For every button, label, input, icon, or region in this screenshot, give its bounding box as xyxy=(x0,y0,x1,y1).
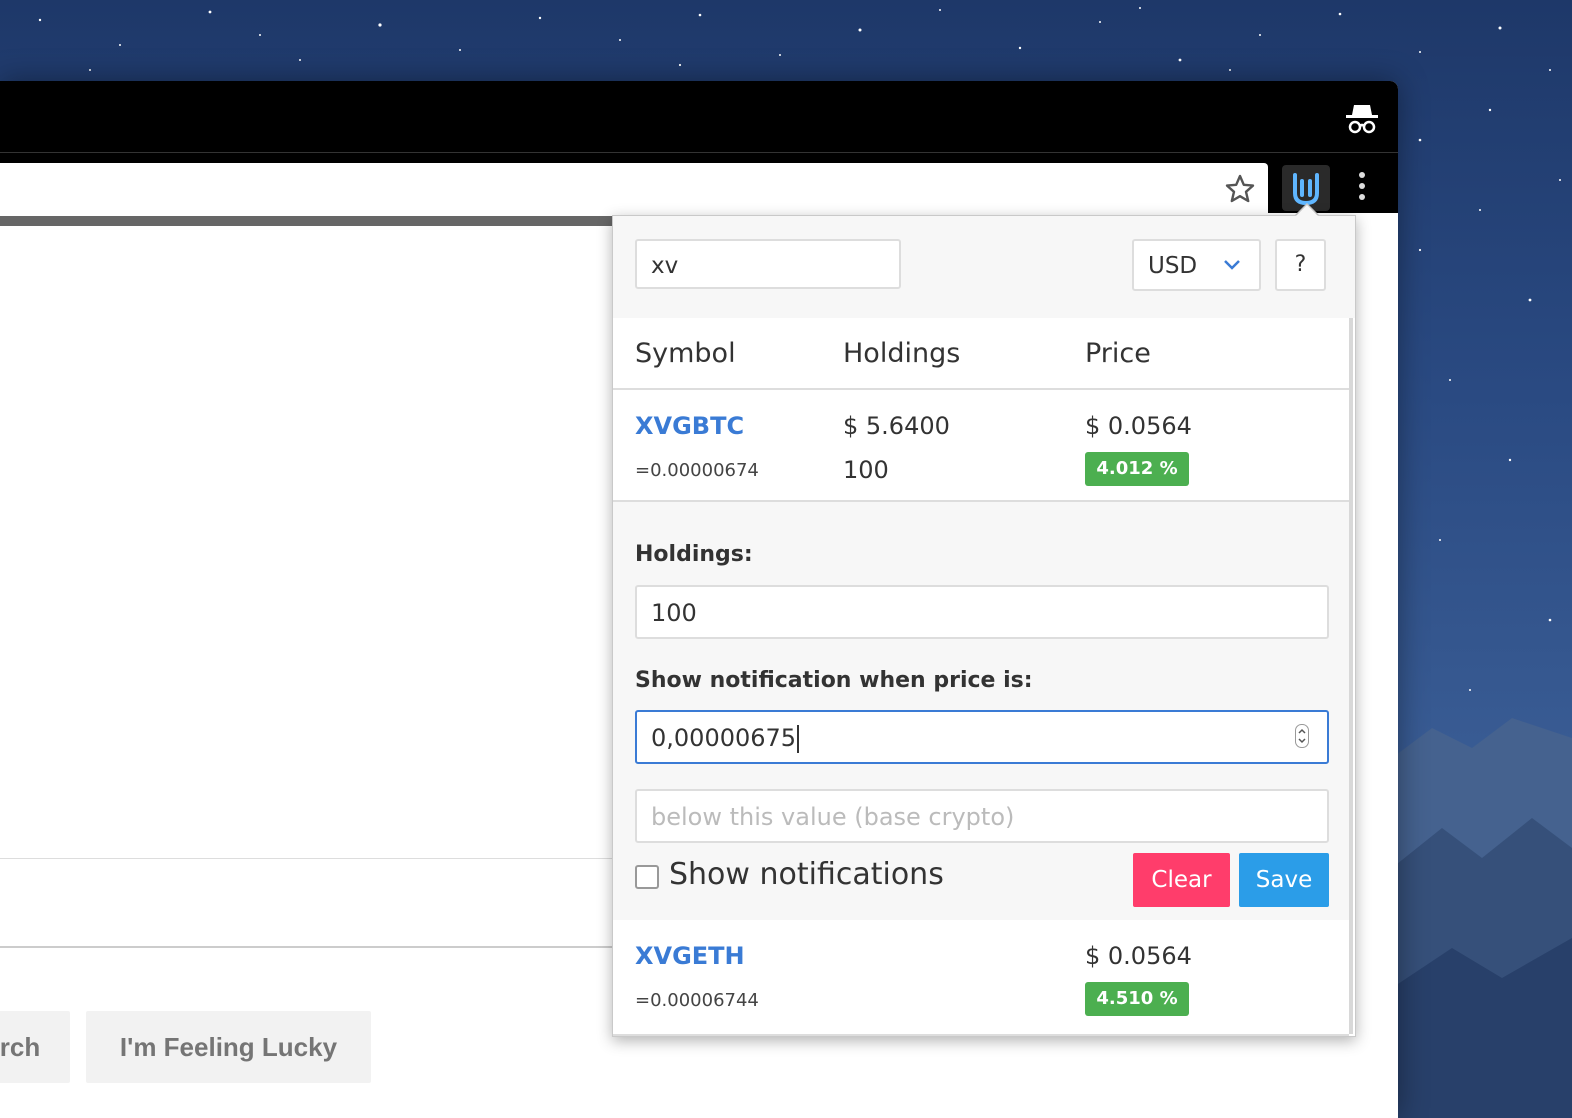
header-price: Price xyxy=(1085,338,1151,369)
table-row[interactable]: XVGETH =0.00006744 $ 0.0564 4.510 % xyxy=(613,920,1349,1036)
currency-selected: USD xyxy=(1148,253,1198,279)
menu-dots-icon[interactable] xyxy=(1350,167,1374,209)
below-price-input[interactable]: below this value (base crypto) xyxy=(635,789,1329,843)
holdings-label: Holdings: xyxy=(635,542,753,567)
title-bar xyxy=(0,81,1398,153)
row-symbol[interactable]: XVGETH xyxy=(635,942,745,970)
table-row[interactable]: XVGBTC =0.00000674 $ 5.6400 100 $ 0.0564… xyxy=(613,390,1349,502)
change-badge: 4.012 % xyxy=(1085,452,1189,486)
popup-header: xv USD ? xyxy=(613,216,1355,318)
search-box-border xyxy=(0,858,620,859)
row-price: $ 0.0564 xyxy=(1085,942,1192,970)
chevron-down-icon xyxy=(1224,260,1240,270)
table-header: Symbol Holdings Price xyxy=(613,318,1349,390)
popup-arrow-fill xyxy=(1296,205,1318,216)
above-price-value: 0,00000675 xyxy=(651,724,797,752)
text-caret xyxy=(797,725,800,753)
currency-select[interactable]: USD xyxy=(1132,239,1261,291)
crypto-popup: xv USD ? Symbol Holdings Price XVGBTC =0… xyxy=(612,215,1356,1037)
row-holdings-amount: 100 xyxy=(843,456,889,484)
desktop-mountains xyxy=(1392,718,1572,1118)
clear-button[interactable]: Clear xyxy=(1133,853,1230,907)
row-price: $ 0.0564 xyxy=(1085,412,1192,440)
notify-label: Show notification when price is: xyxy=(635,668,1033,693)
show-notifications-checkbox[interactable] xyxy=(635,865,659,889)
browser-toolbar xyxy=(0,153,1398,215)
holding-editor: Holdings: 100 Show notification when pri… xyxy=(613,502,1349,920)
holdings-input[interactable]: 100 xyxy=(635,585,1329,639)
show-notifications-label[interactable]: Show notifications xyxy=(669,857,944,892)
header-holdings: Holdings xyxy=(843,338,961,369)
row-holdings-value: $ 5.6400 xyxy=(843,412,950,440)
search-box-shadow xyxy=(0,946,620,948)
row-rate: =0.00006744 xyxy=(635,990,759,1011)
page-load-bar xyxy=(0,216,620,226)
change-badge: 4.510 % xyxy=(1085,982,1189,1016)
spinner-icon[interactable] xyxy=(1295,724,1309,748)
google-search-button[interactable]: rch xyxy=(0,1011,70,1083)
address-bar[interactable] xyxy=(0,163,1268,215)
extension-crypto-icon xyxy=(1293,173,1319,206)
feeling-lucky-button[interactable]: I'm Feeling Lucky xyxy=(86,1011,371,1083)
row-symbol[interactable]: XVGBTC xyxy=(635,412,744,440)
above-price-input[interactable]: 0,00000675 xyxy=(635,710,1329,764)
incognito-icon xyxy=(1346,105,1378,134)
row-rate: =0.00000674 xyxy=(635,460,759,481)
bookmark-star-icon[interactable] xyxy=(1224,173,1256,205)
save-button[interactable]: Save xyxy=(1239,853,1329,907)
symbol-search-input[interactable]: xv xyxy=(635,239,901,289)
header-symbol: Symbol xyxy=(635,338,736,369)
help-button[interactable]: ? xyxy=(1275,239,1326,291)
popup-scrollbar[interactable] xyxy=(1349,318,1353,1034)
